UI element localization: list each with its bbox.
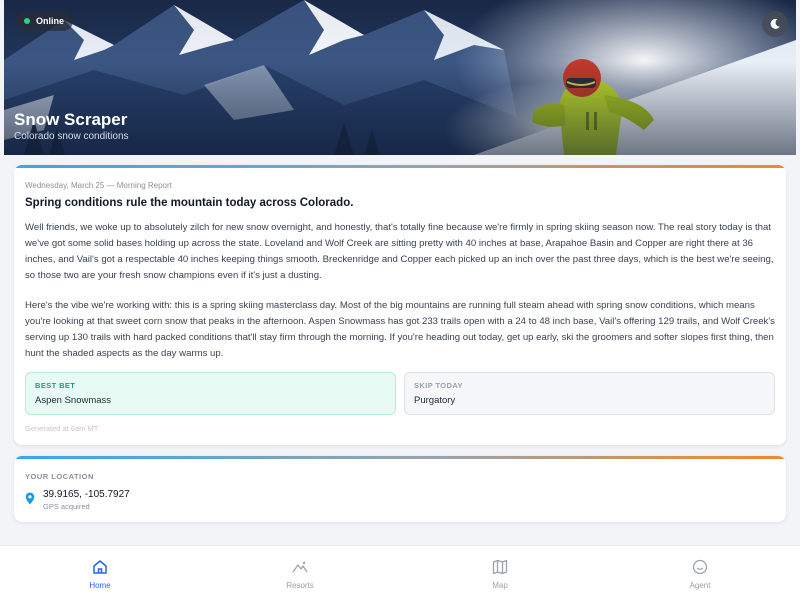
theme-toggle-button[interactable] [762,11,788,37]
skip-today-box: SKIP TODAY Purgatory [404,372,775,415]
location-pin-icon [25,492,35,505]
report-paragraph: Well friends, we woke up to absolutely z… [25,222,774,281]
home-icon [93,560,107,574]
skip-today-value: Purgatory [414,395,456,406]
skip-today-label: SKIP TODAY [414,381,463,390]
status-dot [24,18,30,24]
card-accent-bar [14,456,786,459]
generated-timestamp: Generated at 6am MT [25,424,99,433]
tab-home[interactable]: Home [0,546,200,600]
smiley-icon [692,559,708,575]
morning-report-card: Wednesday, March 25 — Morning Report Spr… [14,165,786,445]
tab-agent[interactable]: Agent [600,546,800,600]
tab-map[interactable]: Map [400,546,600,600]
location-coordinates: 39.9165, -105.7927 [43,489,130,500]
mountain-icon [292,561,308,573]
best-bet-label: BEST BET [35,381,76,390]
gps-status: GPS acquired [43,502,90,511]
card-accent-bar [14,165,786,168]
best-bet-value: Aspen Snowmass [35,395,112,406]
tab-label: Home [89,581,111,590]
report-date: Wednesday, March 25 — Morning Report [25,181,172,190]
app-subtitle: Colorado snow conditions [14,131,129,142]
location-label: YOUR LOCATION [25,472,94,481]
tab-label: Map [492,581,508,590]
map-icon [492,559,508,575]
status-label: Online [36,16,65,26]
report-headline: Spring conditions rule the mountain toda… [25,197,354,209]
tab-label: Resorts [286,581,314,590]
report-paragraph: Here's the vibe we're working with: this… [25,300,775,359]
hero-banner: Online Snow Scraper Colorado snow condit… [4,0,796,155]
moon-icon [770,18,780,29]
best-bet-box: BEST BET Aspen Snowmass [25,372,396,415]
bottom-tab-bar: Home Resorts Map Agent [0,545,800,600]
app-title: Snow Scraper [14,110,128,129]
status-badge: Online [16,11,74,31]
tab-label: Agent [689,581,711,590]
tab-resorts[interactable]: Resorts [200,546,400,600]
location-card: YOUR LOCATION 39.9165, -105.7927 GPS acq… [14,456,786,522]
